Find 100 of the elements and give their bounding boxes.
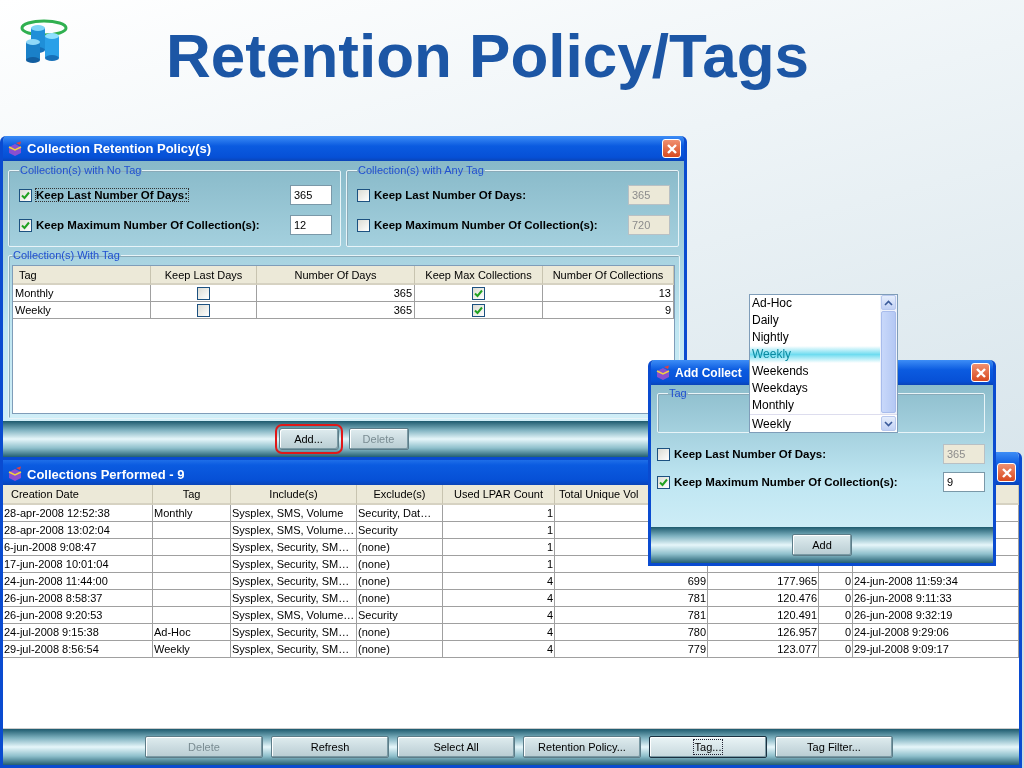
button[interactable]: Retention Policy... [523, 736, 641, 758]
table-cell: 365 [257, 302, 415, 319]
table-cell: 26-jun-2008 9:20:53 [3, 607, 153, 624]
column-header: Creation Date [3, 485, 153, 505]
table-cell: 781 [555, 590, 708, 607]
window-title: Collection Retention Policy(s) [27, 141, 212, 156]
close-button[interactable] [971, 363, 990, 382]
table-cell: Sysplex, Security, SM… [231, 539, 357, 556]
close-icon [665, 142, 678, 155]
list-item[interactable]: Weekends [750, 363, 880, 380]
list-item[interactable]: Monthly [750, 397, 880, 414]
cube-icon [7, 466, 23, 482]
table-cell: 29-jul-2008 8:56:54 [3, 641, 153, 658]
column-header: Tag [153, 485, 231, 505]
table-cell: 9 [543, 302, 674, 319]
tag-combo[interactable]: Weekly [750, 414, 897, 432]
table-cell: 29-jul-2008 9:09:17 [853, 641, 1019, 658]
dropdown-button[interactable] [881, 416, 896, 431]
checkbox[interactable] [19, 188, 32, 202]
table-cell: 1 [443, 539, 555, 556]
list-item[interactable]: Ad-Hoc [750, 295, 880, 312]
table-cell: 0 [819, 573, 853, 590]
table-cell: 4 [443, 624, 555, 641]
close-button[interactable] [997, 463, 1016, 482]
checkbox[interactable] [657, 475, 670, 489]
table-cell: 1 [443, 522, 555, 539]
number-field[interactable]: 12 [290, 215, 332, 235]
table-cell: 365 [257, 285, 415, 302]
table-cell: 24-jul-2008 9:29:06 [853, 624, 1019, 641]
checkbox[interactable] [197, 303, 210, 317]
table-cell: 28-apr-2008 13:02:04 [3, 522, 153, 539]
table-cell: 1 [443, 556, 555, 573]
list-item[interactable]: Daily [750, 312, 880, 329]
button[interactable]: Refresh [271, 736, 389, 758]
close-button[interactable] [662, 139, 681, 158]
table-cell: Monthly [13, 285, 151, 302]
column-header: Used LPAR Count [443, 485, 555, 505]
option-label: Keep Maximum Number Of Collection(s): [374, 219, 598, 231]
table-cell: 4 [443, 573, 555, 590]
table-cell: 699 [555, 573, 708, 590]
button[interactable]: Select All [397, 736, 515, 758]
column-header: Tag [13, 266, 151, 285]
table-cell: (none) [357, 539, 443, 556]
table-cell: Security [357, 522, 443, 539]
table-cell: (none) [357, 573, 443, 590]
table-cell: 1 [443, 505, 555, 522]
option-label: Keep Last Number Of Days: [36, 189, 189, 201]
number-field[interactable]: 365 [290, 185, 332, 205]
table-cell: (none) [357, 624, 443, 641]
close-icon [1000, 466, 1013, 479]
list-item[interactable]: Nightly [750, 329, 880, 346]
table-cell: 24-jun-2008 11:59:34 [853, 573, 1019, 590]
scrollbar[interactable] [880, 295, 897, 414]
button[interactable]: Tag... [649, 736, 767, 758]
table-cell: 123.077 [708, 641, 819, 658]
table-cell: 120.491 [708, 607, 819, 624]
caret-down-icon [884, 420, 893, 427]
table-cell: 24-jun-2008 11:44:00 [3, 573, 153, 590]
group-label: Collection(s) with No Tag [19, 164, 143, 176]
table-cell: 126.957 [708, 624, 819, 641]
table-cell: Sysplex, SMS, Volume… [231, 522, 357, 539]
checkbox[interactable] [472, 303, 485, 317]
close-icon [974, 366, 987, 379]
option-label: Keep Maximum Number Of Collection(s): [36, 219, 260, 231]
table-cell: 26-jun-2008 9:32:19 [853, 607, 1019, 624]
group-label: Collection(s) with Any Tag [357, 164, 485, 176]
check-icon [658, 476, 669, 488]
group-label: Collection(s) With Tag [12, 249, 121, 261]
table-cell: 26-jun-2008 9:11:33 [853, 590, 1019, 607]
table-cell: 177.965 [708, 573, 819, 590]
scroll-up-button[interactable] [881, 295, 896, 310]
button[interactable]: Add [792, 534, 852, 556]
table-cell: Sysplex, Security, SM… [231, 590, 357, 607]
table-cell: Sysplex, Security, SM… [231, 573, 357, 590]
table-cell: Sysplex, Security, SM… [231, 624, 357, 641]
number-field[interactable]: 9 [943, 472, 985, 492]
table-cell: 780 [555, 624, 708, 641]
table-cell: 120.476 [708, 590, 819, 607]
table-cell: 4 [443, 590, 555, 607]
table-cell: Ad-Hoc [153, 624, 231, 641]
window-title: Add Collect [675, 365, 742, 380]
table-cell: (none) [357, 641, 443, 658]
check-icon [473, 304, 484, 316]
slide-title: Retention Policy/Tags [166, 19, 810, 91]
combo-value: Weekly [751, 416, 793, 431]
table-cell: Security, Dat… [357, 505, 443, 522]
checkbox[interactable] [197, 286, 210, 300]
list-item[interactable]: Weekdays [750, 380, 880, 397]
table-cell: Weekly [13, 302, 151, 319]
checkbox[interactable] [19, 218, 32, 232]
table-cell: 28-apr-2008 12:52:38 [3, 505, 153, 522]
scroll-thumb[interactable] [881, 311, 896, 413]
window-title: Collections Performed - 9 [27, 467, 185, 482]
table-cell: 0 [819, 641, 853, 658]
option-label: Keep Maximum Number Of Collection(s): [674, 476, 898, 488]
table-cell: (none) [357, 590, 443, 607]
table-cell: 0 [819, 590, 853, 607]
button[interactable]: Tag Filter... [775, 736, 893, 758]
table-cell: 4 [443, 607, 555, 624]
checkbox[interactable] [472, 286, 485, 300]
